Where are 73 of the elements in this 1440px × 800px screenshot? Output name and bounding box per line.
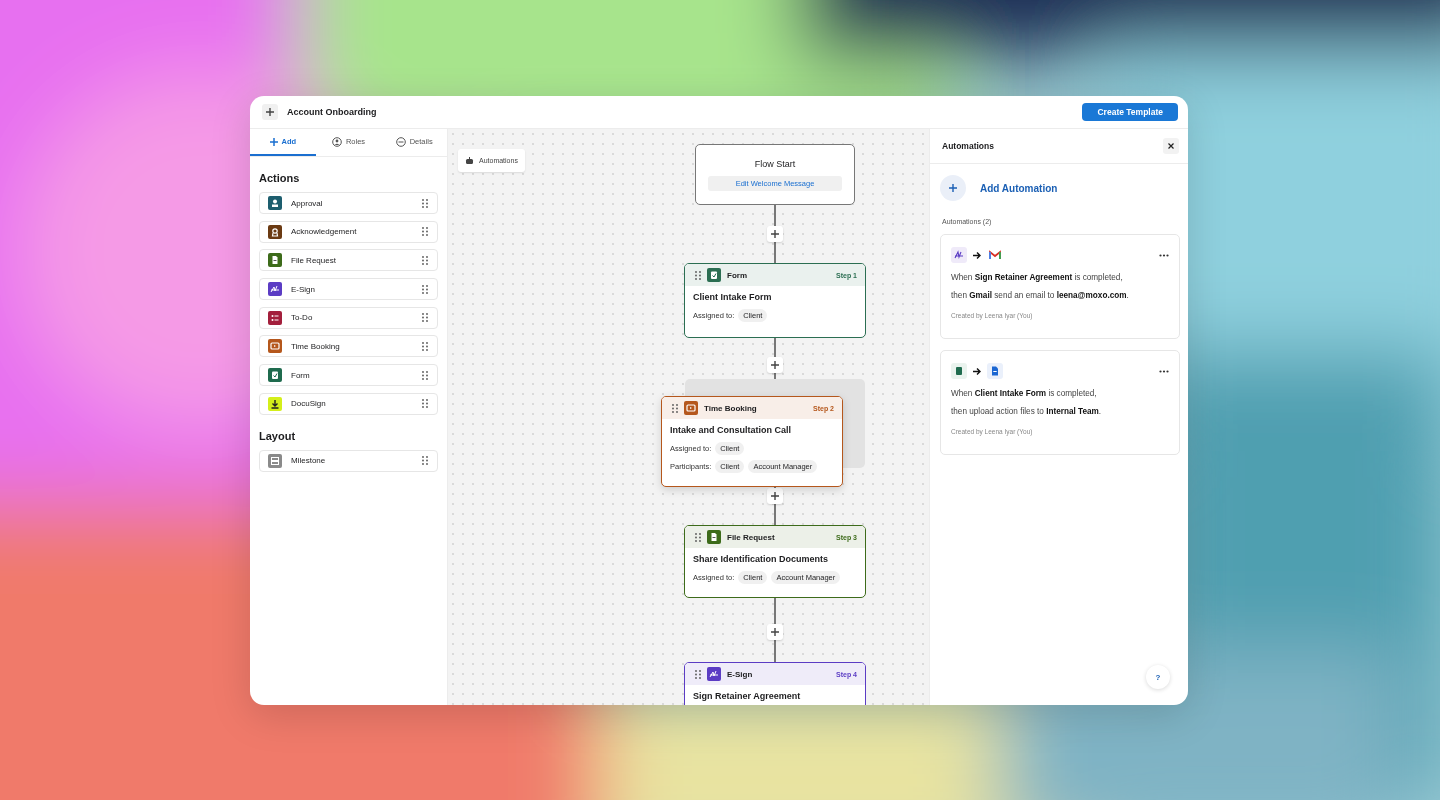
plus-icon — [269, 137, 278, 146]
step-title: Intake and Consultation Call — [670, 425, 792, 435]
window-title: Account Onboarding — [287, 107, 378, 117]
action-label: Form — [291, 370, 311, 380]
clipboard-icon — [951, 363, 967, 379]
drag-handle-icon[interactable] — [422, 370, 428, 380]
action-label: E-Sign — [291, 284, 316, 294]
node-title: Flow Start — [754, 158, 796, 169]
step-title: Share Identification Documents — [693, 554, 830, 564]
action-label: Acknowledgement — [291, 227, 358, 237]
step-type: Time Booking — [704, 403, 758, 413]
more-icon[interactable] — [1159, 253, 1169, 257]
document-icon — [987, 363, 1003, 379]
step-type: Form — [727, 270, 748, 280]
section-heading: Actions — [259, 172, 301, 184]
more-icon[interactable] — [1159, 369, 1169, 373]
drag-handle-icon[interactable] — [695, 532, 701, 542]
drag-handle-icon[interactable] — [672, 403, 678, 413]
action-item[interactable]: Approval — [259, 192, 438, 214]
drag-handle-icon[interactable] — [695, 270, 701, 280]
person-icon — [331, 136, 342, 147]
step-type: File Request — [727, 532, 776, 542]
drag-handle-icon[interactable] — [422, 255, 428, 265]
action-item[interactable]: File Request — [259, 249, 438, 272]
action-label: Approval — [291, 198, 324, 208]
action-item[interactable]: Time Booking — [259, 335, 438, 358]
drag-handle-icon[interactable] — [422, 284, 428, 294]
drag-handle-icon[interactable] — [695, 669, 701, 679]
plus-icon — [771, 361, 779, 369]
signature-icon — [951, 247, 967, 263]
add-button[interactable] — [262, 104, 278, 120]
action-label: DocuSign — [291, 399, 327, 409]
add-step-button[interactable] — [767, 488, 783, 504]
action-item[interactable]: Milestone — [259, 449, 438, 472]
create-template-button[interactable]: Create Template — [1082, 103, 1178, 121]
drag-handle-icon[interactable] — [422, 313, 428, 323]
action-label: Time Booking — [291, 341, 341, 351]
panel-title: Automations — [942, 141, 995, 151]
drag-handle-icon[interactable] — [422, 198, 428, 208]
action-item[interactable]: E-Sign — [259, 278, 438, 301]
step-type: E-Sign — [727, 669, 754, 679]
add-step-button[interactable] — [767, 357, 783, 373]
automation-description: When Sign Retainer Agreement is completed, then Gmail send an email to leena@moxo.com. — [951, 272, 1130, 302]
plus-icon — [949, 184, 957, 192]
add-step-button[interactable] — [767, 624, 783, 640]
action-item[interactable]: DocuSign — [259, 392, 438, 415]
arrow-icon — [973, 251, 981, 259]
plus-icon — [771, 230, 779, 238]
action-item[interactable]: Form — [259, 364, 438, 387]
drag-handle-icon[interactable] — [422, 341, 428, 351]
drag-handle-icon[interactable] — [422, 456, 428, 466]
step-title: Client Intake Form — [693, 292, 773, 302]
action-item[interactable]: Acknowledgement — [259, 220, 438, 243]
plus-icon — [771, 628, 779, 636]
add-automation-button[interactable]: Add Automation — [930, 164, 1068, 212]
action-label: Milestone — [291, 456, 327, 466]
action-label: File Request — [291, 255, 337, 265]
help-button[interactable]: ? — [1146, 665, 1170, 689]
action-item[interactable]: To-Do — [259, 306, 438, 329]
step-title: Sign Retainer Agreement — [693, 691, 802, 701]
close-button[interactable] — [1163, 138, 1179, 154]
drag-handle-icon[interactable] — [422, 399, 428, 409]
plus-icon — [266, 108, 274, 116]
add-step-button[interactable] — [767, 226, 783, 242]
plus-icon — [771, 492, 779, 500]
arrow-icon — [973, 367, 981, 375]
section-heading: Layout — [259, 429, 297, 442]
minus-circle-icon — [395, 136, 406, 147]
drag-handle-icon[interactable] — [422, 227, 428, 237]
automation-description: When Client Intake Form is completed, then upload action files to Internal Team. — [951, 388, 1103, 418]
robot-icon — [465, 157, 474, 164]
close-icon — [1168, 143, 1174, 149]
action-label: To-Do — [291, 313, 314, 323]
